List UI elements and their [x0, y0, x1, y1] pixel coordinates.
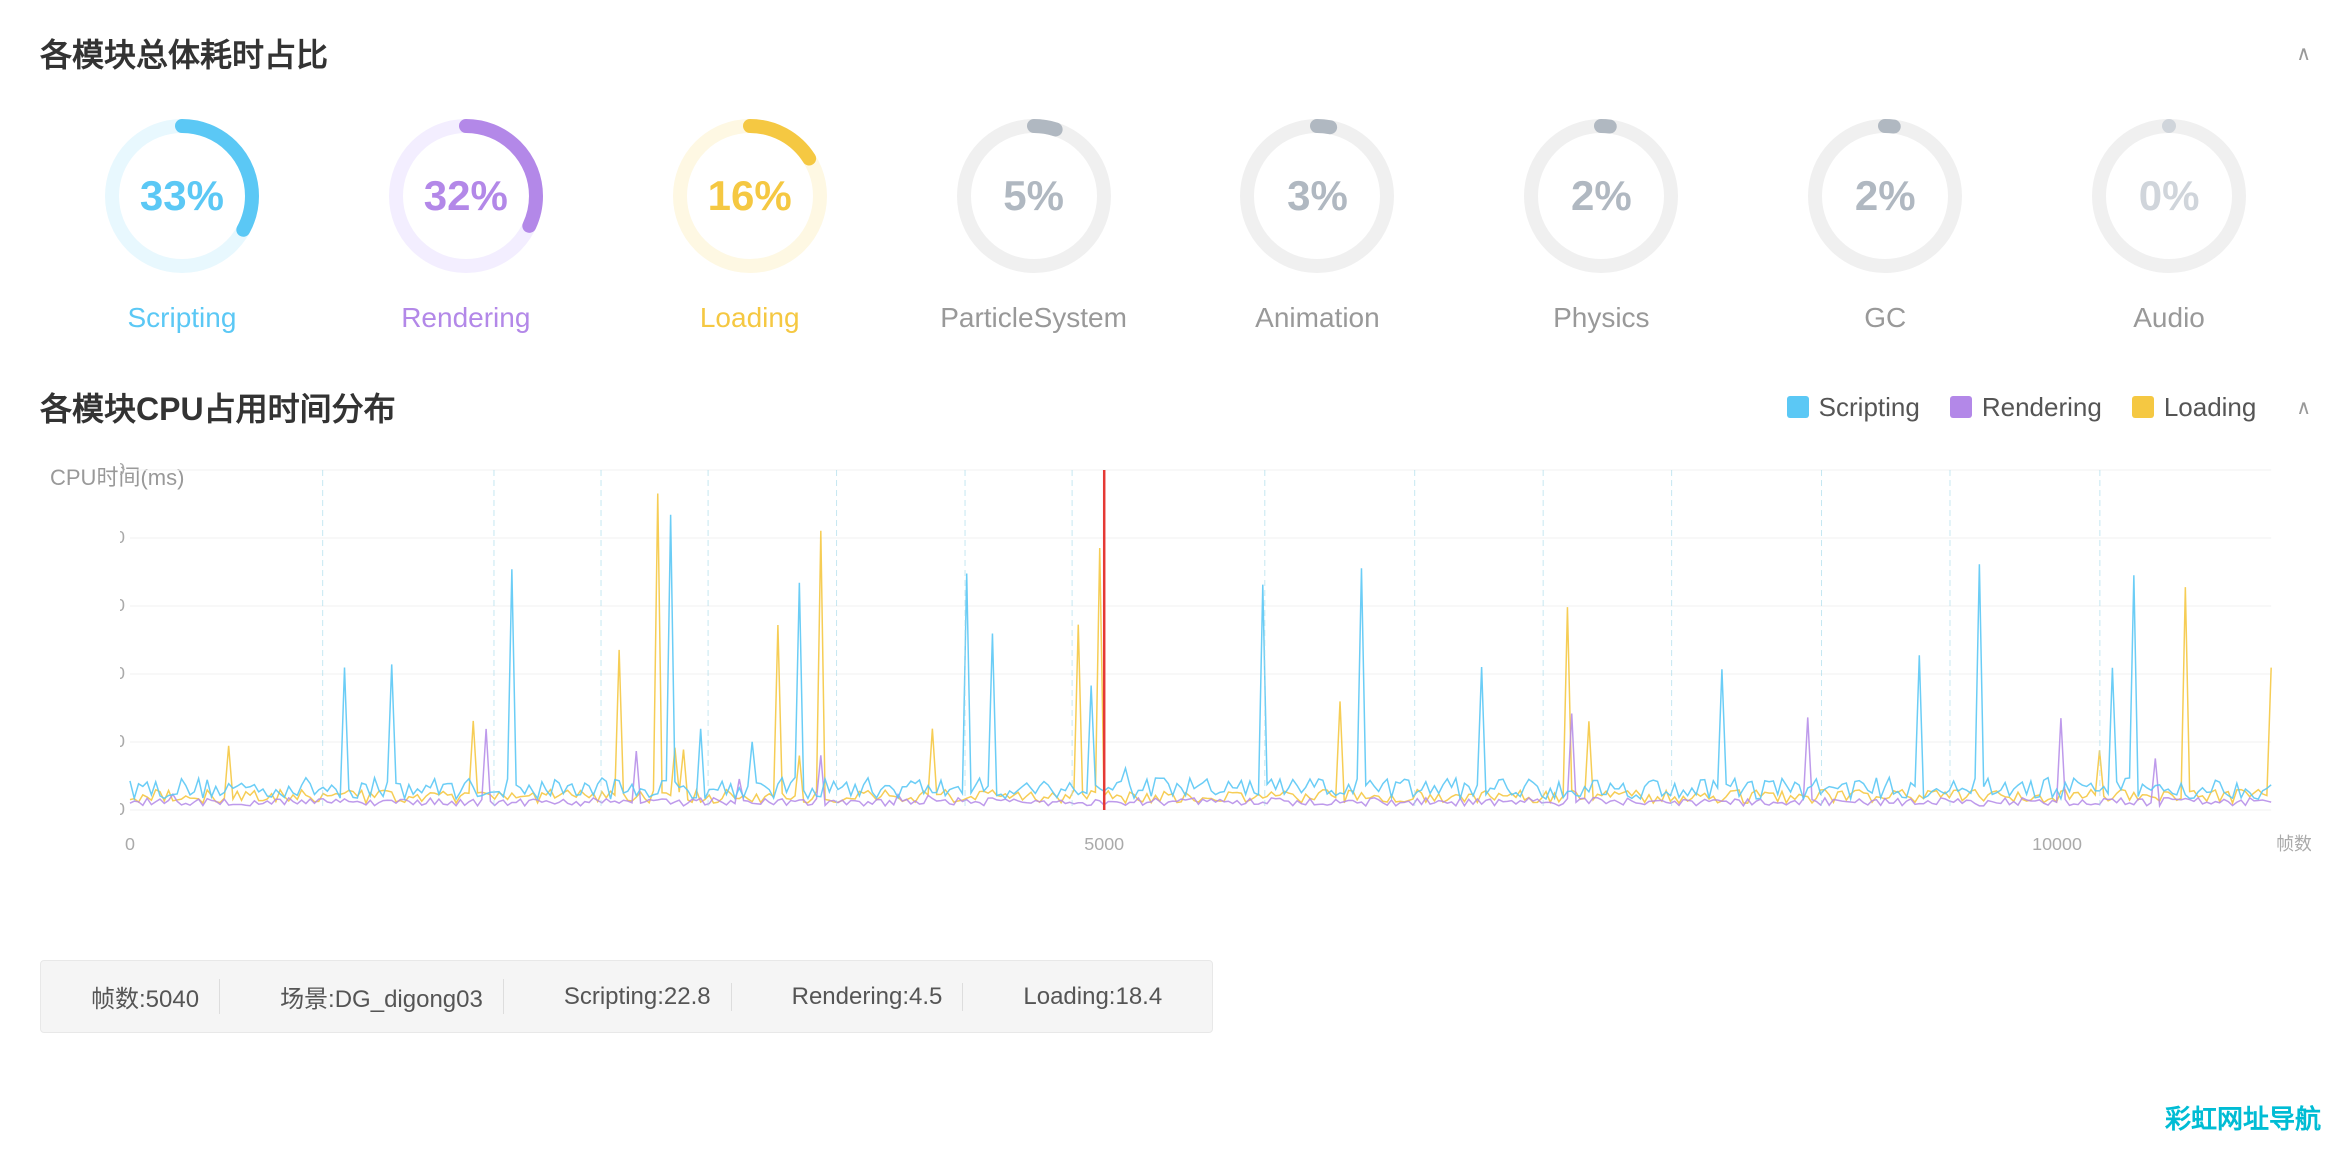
svg-text:250.0: 250.0 — [120, 460, 125, 479]
donut-label-loading: Loading — [700, 302, 800, 334]
brand-footer: 彩虹网址导航 — [2165, 1099, 2321, 1136]
donut-percent-gc: 2% — [1855, 172, 1916, 220]
chart-svg: 0.0 50.0 100.0 150.0 200.0 250.0 0 5000 10000 帧数 — [120, 460, 2311, 860]
svg-text:帧数: 帧数 — [2276, 834, 2311, 854]
legend-label-scripting: Scripting — [1819, 392, 1920, 423]
donut-wrapper-animation: 3% — [1227, 106, 1407, 286]
donut-percent-rendering: 32% — [424, 172, 508, 220]
donut-wrapper-rendering: 32% — [376, 106, 556, 286]
donut-item-physics: 2% Physics — [1471, 106, 1731, 334]
legend-dot-rendering — [1950, 396, 1972, 418]
donut-percent-physics: 2% — [1571, 172, 1632, 220]
chart-container: CPU时间(ms) 0.050.0100.0150.0200.0250.0050… — [40, 450, 2311, 920]
donut-wrapper-gc: 2% — [1795, 106, 1975, 286]
legend-row: Scripting Rendering Loading ∧ — [1787, 392, 2311, 423]
donut-percent-particlesystem: 5% — [1003, 172, 1064, 220]
donut-wrapper-audio: 0% — [2079, 106, 2259, 286]
donut-item-animation: 3% Animation — [1187, 106, 1447, 334]
donut-wrapper-scripting: 33% — [92, 106, 272, 286]
donut-label-rendering: Rendering — [401, 302, 530, 334]
section1-title: 各模块总体耗时占比 — [40, 30, 328, 76]
status-rendering: Rendering:4.5 — [772, 983, 964, 1011]
donut-label-scripting: Scripting — [127, 302, 236, 334]
svg-text:150.0: 150.0 — [120, 595, 125, 615]
donut-item-gc: 2% GC — [1755, 106, 2015, 334]
section2-header: 各模块CPU占用时间分布 Scripting Rendering Loading… — [40, 384, 2311, 430]
donut-percent-audio: 0% — [2139, 172, 2200, 220]
chart-area: CPU时间(ms) 0.050.0100.0150.0200.0250.0050… — [120, 460, 2311, 860]
main-container: 各模块总体耗时占比 ∧ 33% Scripting — [0, 0, 2351, 1053]
donut-item-particlesystem: 5% ParticleSystem — [904, 106, 1164, 334]
svg-text:100.0: 100.0 — [120, 663, 125, 683]
donut-percent-loading: 16% — [708, 172, 792, 220]
legend-item-loading: Loading — [2132, 392, 2257, 423]
donut-wrapper-loading: 16% — [660, 106, 840, 286]
legend-label-loading: Loading — [2164, 392, 2257, 423]
donut-label-animation: Animation — [1255, 302, 1380, 334]
donut-label-particlesystem: ParticleSystem — [940, 302, 1127, 334]
legend-label-rendering: Rendering — [1982, 392, 2102, 423]
section2-title: 各模块CPU占用时间分布 — [40, 384, 396, 430]
status-loading: Loading:18.4 — [1003, 983, 1182, 1011]
donut-wrapper-physics: 2% — [1511, 106, 1691, 286]
donut-label-gc: GC — [1864, 302, 1906, 334]
svg-text:5000: 5000 — [1084, 834, 1124, 854]
donut-item-loading: 16% Loading — [620, 106, 880, 334]
donut-percent-animation: 3% — [1287, 172, 1348, 220]
donut-label-audio: Audio — [2133, 302, 2205, 334]
donut-label-physics: Physics — [1553, 302, 1649, 334]
donut-item-scripting: 33% Scripting — [52, 106, 312, 334]
section1-header: 各模块总体耗时占比 ∧ — [40, 30, 2311, 76]
donut-row: 33% Scripting 32% Rendering — [40, 106, 2311, 334]
svg-text:0.0: 0.0 — [120, 799, 125, 819]
legend-item-scripting: Scripting — [1787, 392, 1920, 423]
status-frame: 帧数:5040 — [71, 979, 220, 1014]
status-scripting: Scripting:22.8 — [544, 983, 732, 1011]
donut-item-rendering: 32% Rendering — [336, 106, 596, 334]
svg-text:200.0: 200.0 — [120, 527, 125, 547]
legend-dot-loading — [2132, 396, 2154, 418]
status-bar: 帧数:5040 场景:DG_digong03 Scripting:22.8 Re… — [40, 960, 1213, 1033]
donut-wrapper-particlesystem: 5% — [944, 106, 1124, 286]
donut-item-audio: 0% Audio — [2039, 106, 2299, 334]
legend-item-rendering: Rendering — [1950, 392, 2102, 423]
donut-percent-scripting: 33% — [140, 172, 224, 220]
svg-text:0: 0 — [125, 834, 135, 854]
status-scene: 场景:DG_digong03 — [260, 979, 504, 1014]
svg-text:10000: 10000 — [2032, 834, 2082, 854]
collapse-icon-1[interactable]: ∧ — [2296, 41, 2311, 66]
svg-text:50.0: 50.0 — [120, 731, 125, 751]
legend-dot-scripting — [1787, 396, 1809, 418]
collapse-icon-2[interactable]: ∧ — [2296, 395, 2311, 420]
